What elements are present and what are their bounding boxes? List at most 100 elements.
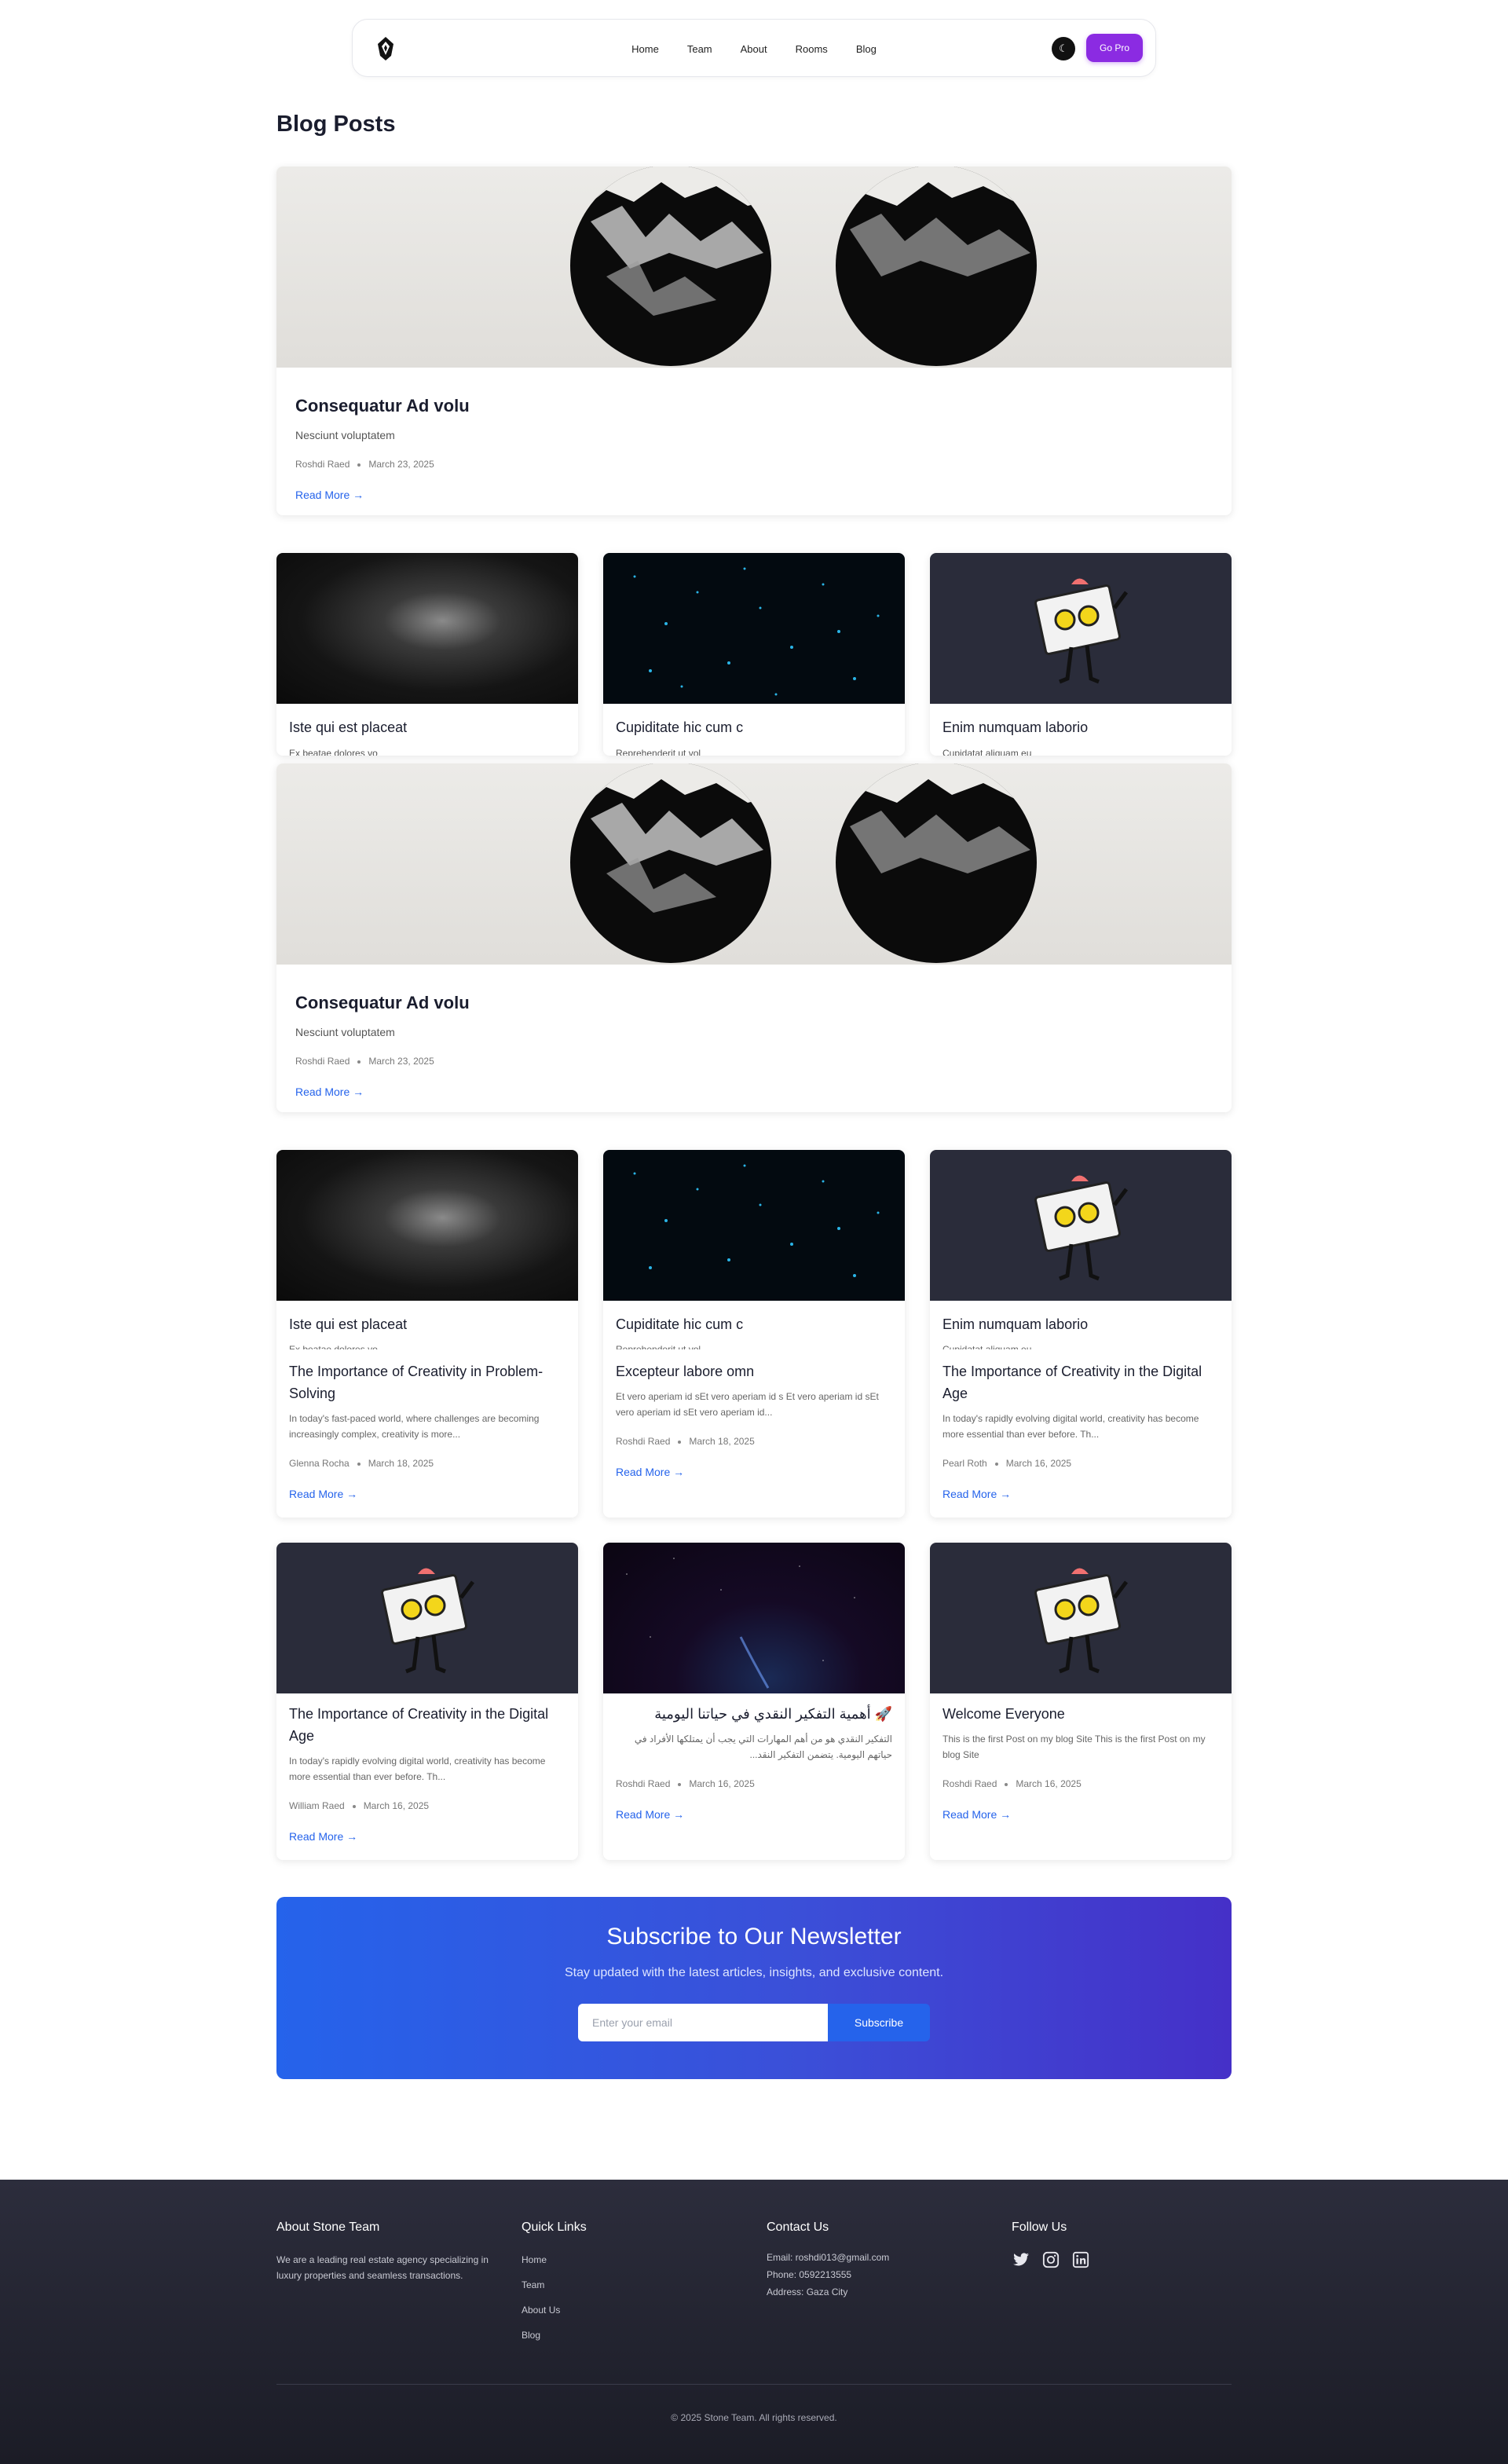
- read-more-link[interactable]: Read More →: [295, 1086, 364, 1098]
- post-meta: Glenna Rocha March 18, 2025: [289, 1458, 434, 1469]
- linkedin-icon[interactable]: [1071, 2250, 1090, 2269]
- footer-heading: Quick Links: [522, 2221, 587, 2234]
- post-title[interactable]: The Importance of Creativity in Problem-…: [289, 1360, 566, 1404]
- post-excerpt: التفكير النقدي هو من أهم المهارات التي ي…: [634, 1734, 892, 1760]
- post-excerpt: In today's rapidly evolving digital worl…: [289, 1756, 546, 1782]
- read-more-link[interactable]: Read More →: [289, 1830, 357, 1843]
- post-card[interactable]: Enim numquam laborio Cupidatat aliquam e…: [930, 1150, 1232, 1518]
- post-card[interactable]: 🚀 أهمية التفكير النقدي في حياتنا اليومية…: [603, 1543, 905, 1860]
- post-title[interactable]: Enim numquam laborio: [942, 719, 1088, 736]
- post-excerpt: Et vero aperiam id sEt vero aperiam id s…: [616, 1391, 879, 1418]
- read-more-link[interactable]: Read More →: [616, 1808, 684, 1821]
- footer-link-about[interactable]: About Us: [522, 2302, 587, 2318]
- footer-heading: Follow Us: [1012, 2221, 1067, 2234]
- post-card[interactable]: Welcome Everyone This is the first Post …: [930, 1543, 1232, 1860]
- post-card[interactable]: Enim numquam laborio Cupidatat aliquam e…: [930, 553, 1232, 756]
- post-excerpt: Ex beatae dolores vo: [289, 1344, 378, 1349]
- footer-heading: Contact Us: [767, 2221, 829, 2234]
- post-title[interactable]: Consequatur Ad volu: [295, 396, 470, 416]
- post-image: [603, 553, 905, 704]
- footer-link-blog[interactable]: Blog: [522, 2327, 587, 2343]
- post-excerpt: Cupidatat aliquam eu: [942, 1344, 1032, 1349]
- read-more-link[interactable]: Read More →: [289, 1488, 357, 1500]
- post-title[interactable]: The Importance of Creativity in the Digi…: [942, 1360, 1219, 1404]
- newsletter-title: Subscribe to Our Newsletter: [606, 1924, 902, 1950]
- featured-post-image: [276, 763, 1232, 965]
- post-title[interactable]: The Importance of Creativity in the Digi…: [289, 1703, 566, 1747]
- post-title[interactable]: Iste qui est placeat: [289, 719, 407, 736]
- post-title[interactable]: Cupiditate hic cum c: [616, 719, 743, 736]
- footer-follow: Follow Us: [1012, 2221, 1090, 2269]
- mascot-image: [930, 553, 1232, 704]
- post-card[interactable]: Iste qui est placeat Ex beatae dolores v…: [276, 1150, 578, 1518]
- instagram-icon[interactable]: [1041, 2250, 1060, 2269]
- footer-quick-links: Quick Links Home Team About Us Blog: [522, 2221, 587, 2352]
- post-title[interactable]: Consequatur Ad volu: [295, 993, 470, 1013]
- post-title[interactable]: Enim numquam laborio: [942, 1313, 1219, 1335]
- post-card[interactable]: Iste qui est placeat Ex beatae dolores v…: [276, 553, 578, 756]
- newsletter-section: Subscribe to Our Newsletter Stay updated…: [276, 1897, 1232, 2079]
- post-excerpt: This is the first Post on my blog Site T…: [942, 1734, 1206, 1760]
- footer-divider: [276, 2384, 1232, 2385]
- twitter-icon[interactable]: [1012, 2250, 1030, 2269]
- post-meta: Pearl Roth March 16, 2025: [942, 1458, 1072, 1469]
- footer-about: About Stone Team We are a leading real e…: [276, 2221, 504, 2283]
- post-excerpt: In today's rapidly evolving digital worl…: [942, 1413, 1199, 1440]
- read-more-link[interactable]: Read More →: [942, 1488, 1011, 1500]
- post-excerpt: Nesciunt voluptatem: [295, 429, 395, 441]
- post-meta: Roshdi Raed March 23, 2025: [295, 1056, 434, 1067]
- post-image: [603, 1543, 905, 1693]
- post-meta: Roshdi Raed March 16, 2025: [616, 1778, 755, 1789]
- mascot-image: [276, 1543, 578, 1693]
- read-more-link[interactable]: Read More →: [616, 1466, 684, 1478]
- go-pro-button[interactable]: Go Pro: [1086, 34, 1143, 62]
- post-excerpt: Reprehenderit ut vol: [616, 748, 701, 756]
- newsletter-subtitle: Stay updated with the latest articles, i…: [564, 1966, 944, 1979]
- email-field[interactable]: [578, 2004, 828, 2041]
- post-meta: Roshdi Raed March 23, 2025: [295, 459, 434, 470]
- contact-address: Address: Gaza City: [767, 2286, 848, 2297]
- post-excerpt: In today's fast-paced world, where chall…: [289, 1413, 540, 1440]
- nav-link-about[interactable]: About: [741, 43, 767, 55]
- subscribe-button[interactable]: Subscribe: [828, 2004, 930, 2041]
- footer-link-home[interactable]: Home: [522, 2252, 587, 2268]
- post-meta: Roshdi Raed March 18, 2025: [616, 1436, 755, 1447]
- post-card[interactable]: Cupiditate hic cum c Reprehenderit ut vo…: [603, 553, 905, 756]
- nav-link-home[interactable]: Home: [631, 43, 659, 55]
- mascot-image: [930, 1150, 1232, 1301]
- post-title[interactable]: Iste qui est placeat: [289, 1313, 566, 1335]
- post-meta: Roshdi Raed March 16, 2025: [942, 1778, 1082, 1789]
- featured-post-card[interactable]: Consequatur Ad volu Nesciunt voluptatem …: [276, 763, 1232, 1112]
- contact-email[interactable]: Email: roshdi013@gmail.com: [767, 2252, 889, 2263]
- post-excerpt: Nesciunt voluptatem: [295, 1026, 395, 1038]
- post-excerpt: Reprehenderit ut vol: [616, 1344, 701, 1349]
- read-more-link[interactable]: Read More →: [295, 489, 364, 501]
- post-card[interactable]: The Importance of Creativity in the Digi…: [276, 1543, 578, 1860]
- footer-about-text: We are a leading real estate agency spec…: [276, 2254, 489, 2281]
- read-more-link[interactable]: Read More →: [942, 1808, 1011, 1821]
- post-excerpt: Cupidatat aliquam eu: [942, 748, 1032, 756]
- post-image: [276, 1150, 578, 1301]
- post-title[interactable]: Excepteur labore omn: [616, 1360, 892, 1382]
- post-title[interactable]: 🚀 أهمية التفكير النقدي في حياتنا اليومية: [616, 1703, 892, 1725]
- footer-contact: Contact Us Email: roshdi013@gmail.com Ph…: [767, 2221, 889, 2304]
- page-title: Blog Posts: [276, 112, 396, 137]
- nav-link-team[interactable]: Team: [687, 43, 712, 55]
- nav-link-rooms[interactable]: Rooms: [796, 43, 828, 55]
- post-card[interactable]: Cupiditate hic cum c Reprehenderit ut vo…: [603, 1150, 905, 1518]
- post-image: [276, 553, 578, 704]
- top-navbar: Home Team About Rooms Blog ☾ Go Pro: [352, 19, 1156, 77]
- footer-link-team[interactable]: Team: [522, 2277, 587, 2293]
- mascot-image: [930, 1543, 1232, 1693]
- theme-toggle-icon[interactable]: ☾: [1052, 37, 1075, 60]
- footer-heading: About Stone Team: [276, 2221, 380, 2234]
- post-excerpt: Ex beatae dolores vo: [289, 748, 378, 756]
- post-title[interactable]: Welcome Everyone: [942, 1703, 1219, 1725]
- footer: About Stone Team We are a leading real e…: [0, 2180, 1508, 2464]
- copyright-text: © 2025 Stone Team. All rights reserved.: [671, 2412, 837, 2423]
- featured-post-image: [276, 167, 1232, 368]
- featured-post-card[interactable]: Consequatur Ad volu Nesciunt voluptatem …: [276, 167, 1232, 515]
- contact-phone[interactable]: Phone: 0592213555: [767, 2269, 889, 2280]
- nav-link-blog[interactable]: Blog: [856, 43, 877, 55]
- post-title[interactable]: Cupiditate hic cum c: [616, 1313, 892, 1335]
